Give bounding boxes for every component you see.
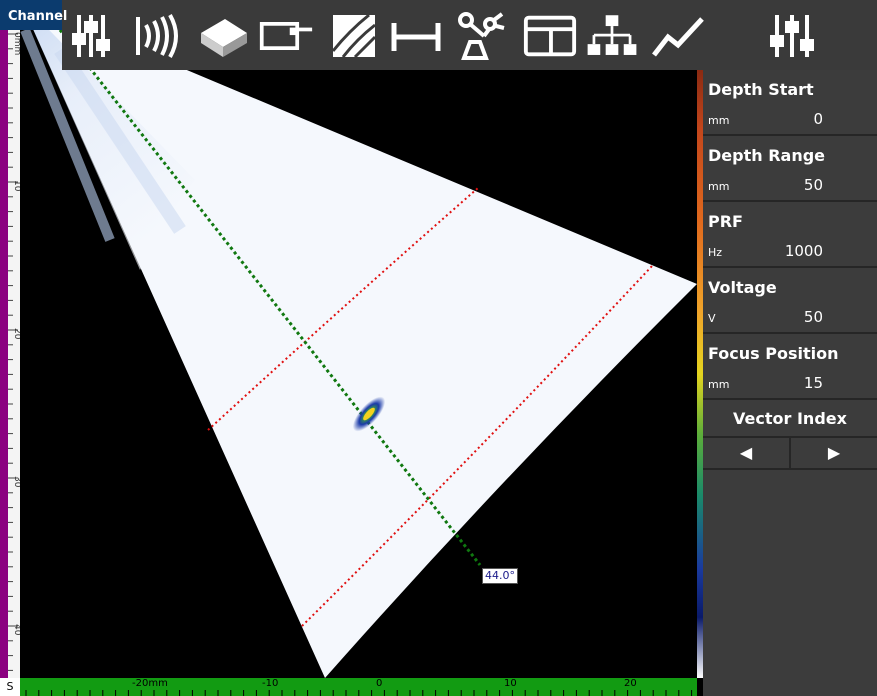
param-unit: V [708, 312, 716, 325]
param-value[interactable]: 15 [804, 374, 823, 392]
param-label: Voltage [708, 278, 777, 297]
param-unit: mm [708, 180, 730, 193]
depth-tick-label: 0mm [12, 32, 20, 55]
parameter-panel: Depth Start mm 0 Depth Range mm 50 PRF H… [703, 70, 877, 696]
param-label: Depth Range [708, 146, 826, 165]
param-depth-range[interactable]: Depth Range mm 50 [703, 136, 877, 202]
scale-corner-label: S [0, 678, 20, 696]
index-tick-label: 20 [624, 678, 637, 689]
depth-tick-label: 10 [12, 180, 20, 192]
vector-next-button[interactable]: ▶ [791, 438, 877, 470]
param-value[interactable]: 0 [813, 110, 823, 128]
beam-angle-label: 44.0° [482, 568, 518, 584]
param-value[interactable]: 50 [804, 176, 823, 194]
param-label: Focus Position [708, 344, 839, 363]
index-ruler: -20mm -10 0 10 20 [20, 678, 697, 696]
wedge-icon[interactable] [326, 8, 382, 64]
settings-sliders-icon[interactable] [764, 8, 820, 64]
depth-tick-label: 40 [12, 624, 20, 636]
layout-icon[interactable] [522, 8, 578, 64]
depth-ruler: 0mm 10 20 30 40 [0, 30, 20, 678]
index-tick-label: -20mm [132, 678, 168, 689]
probe-block-icon[interactable] [196, 8, 252, 64]
param-value[interactable]: 50 [804, 308, 823, 326]
param-label: PRF [708, 212, 743, 231]
probe-icon[interactable] [258, 8, 314, 64]
param-label: Depth Start [708, 80, 814, 99]
channel-tab[interactable]: Channel [0, 0, 67, 30]
tree-icon[interactable] [584, 8, 640, 64]
graph-icon[interactable] [650, 8, 706, 64]
param-focus-position[interactable]: Focus Position mm 15 [703, 334, 877, 400]
depth-tick-label: 30 [12, 476, 20, 488]
index-tick-label: 10 [504, 678, 517, 689]
param-value[interactable]: 1000 [785, 242, 823, 260]
param-prf[interactable]: PRF Hz 1000 [703, 202, 877, 268]
sector-scan-view[interactable] [20, 30, 697, 678]
index-tick-label: -10 [262, 678, 278, 689]
vector-index-title: Vector Index [703, 402, 877, 438]
pulse-icon[interactable] [130, 8, 186, 64]
param-unit: mm [708, 114, 730, 127]
param-unit: mm [708, 378, 730, 391]
sliders-icon[interactable] [66, 8, 122, 64]
robot-arm-icon[interactable] [454, 8, 510, 64]
depth-tick-label: 20 [12, 328, 20, 340]
param-voltage[interactable]: Voltage V 50 [703, 268, 877, 334]
index-tick-label: 0 [376, 678, 382, 689]
param-depth-start[interactable]: Depth Start mm 0 [703, 70, 877, 136]
measure-icon[interactable] [388, 8, 444, 64]
param-unit: Hz [708, 246, 723, 259]
toolbar [62, 0, 877, 70]
vector-prev-button[interactable]: ◀ [703, 438, 791, 470]
